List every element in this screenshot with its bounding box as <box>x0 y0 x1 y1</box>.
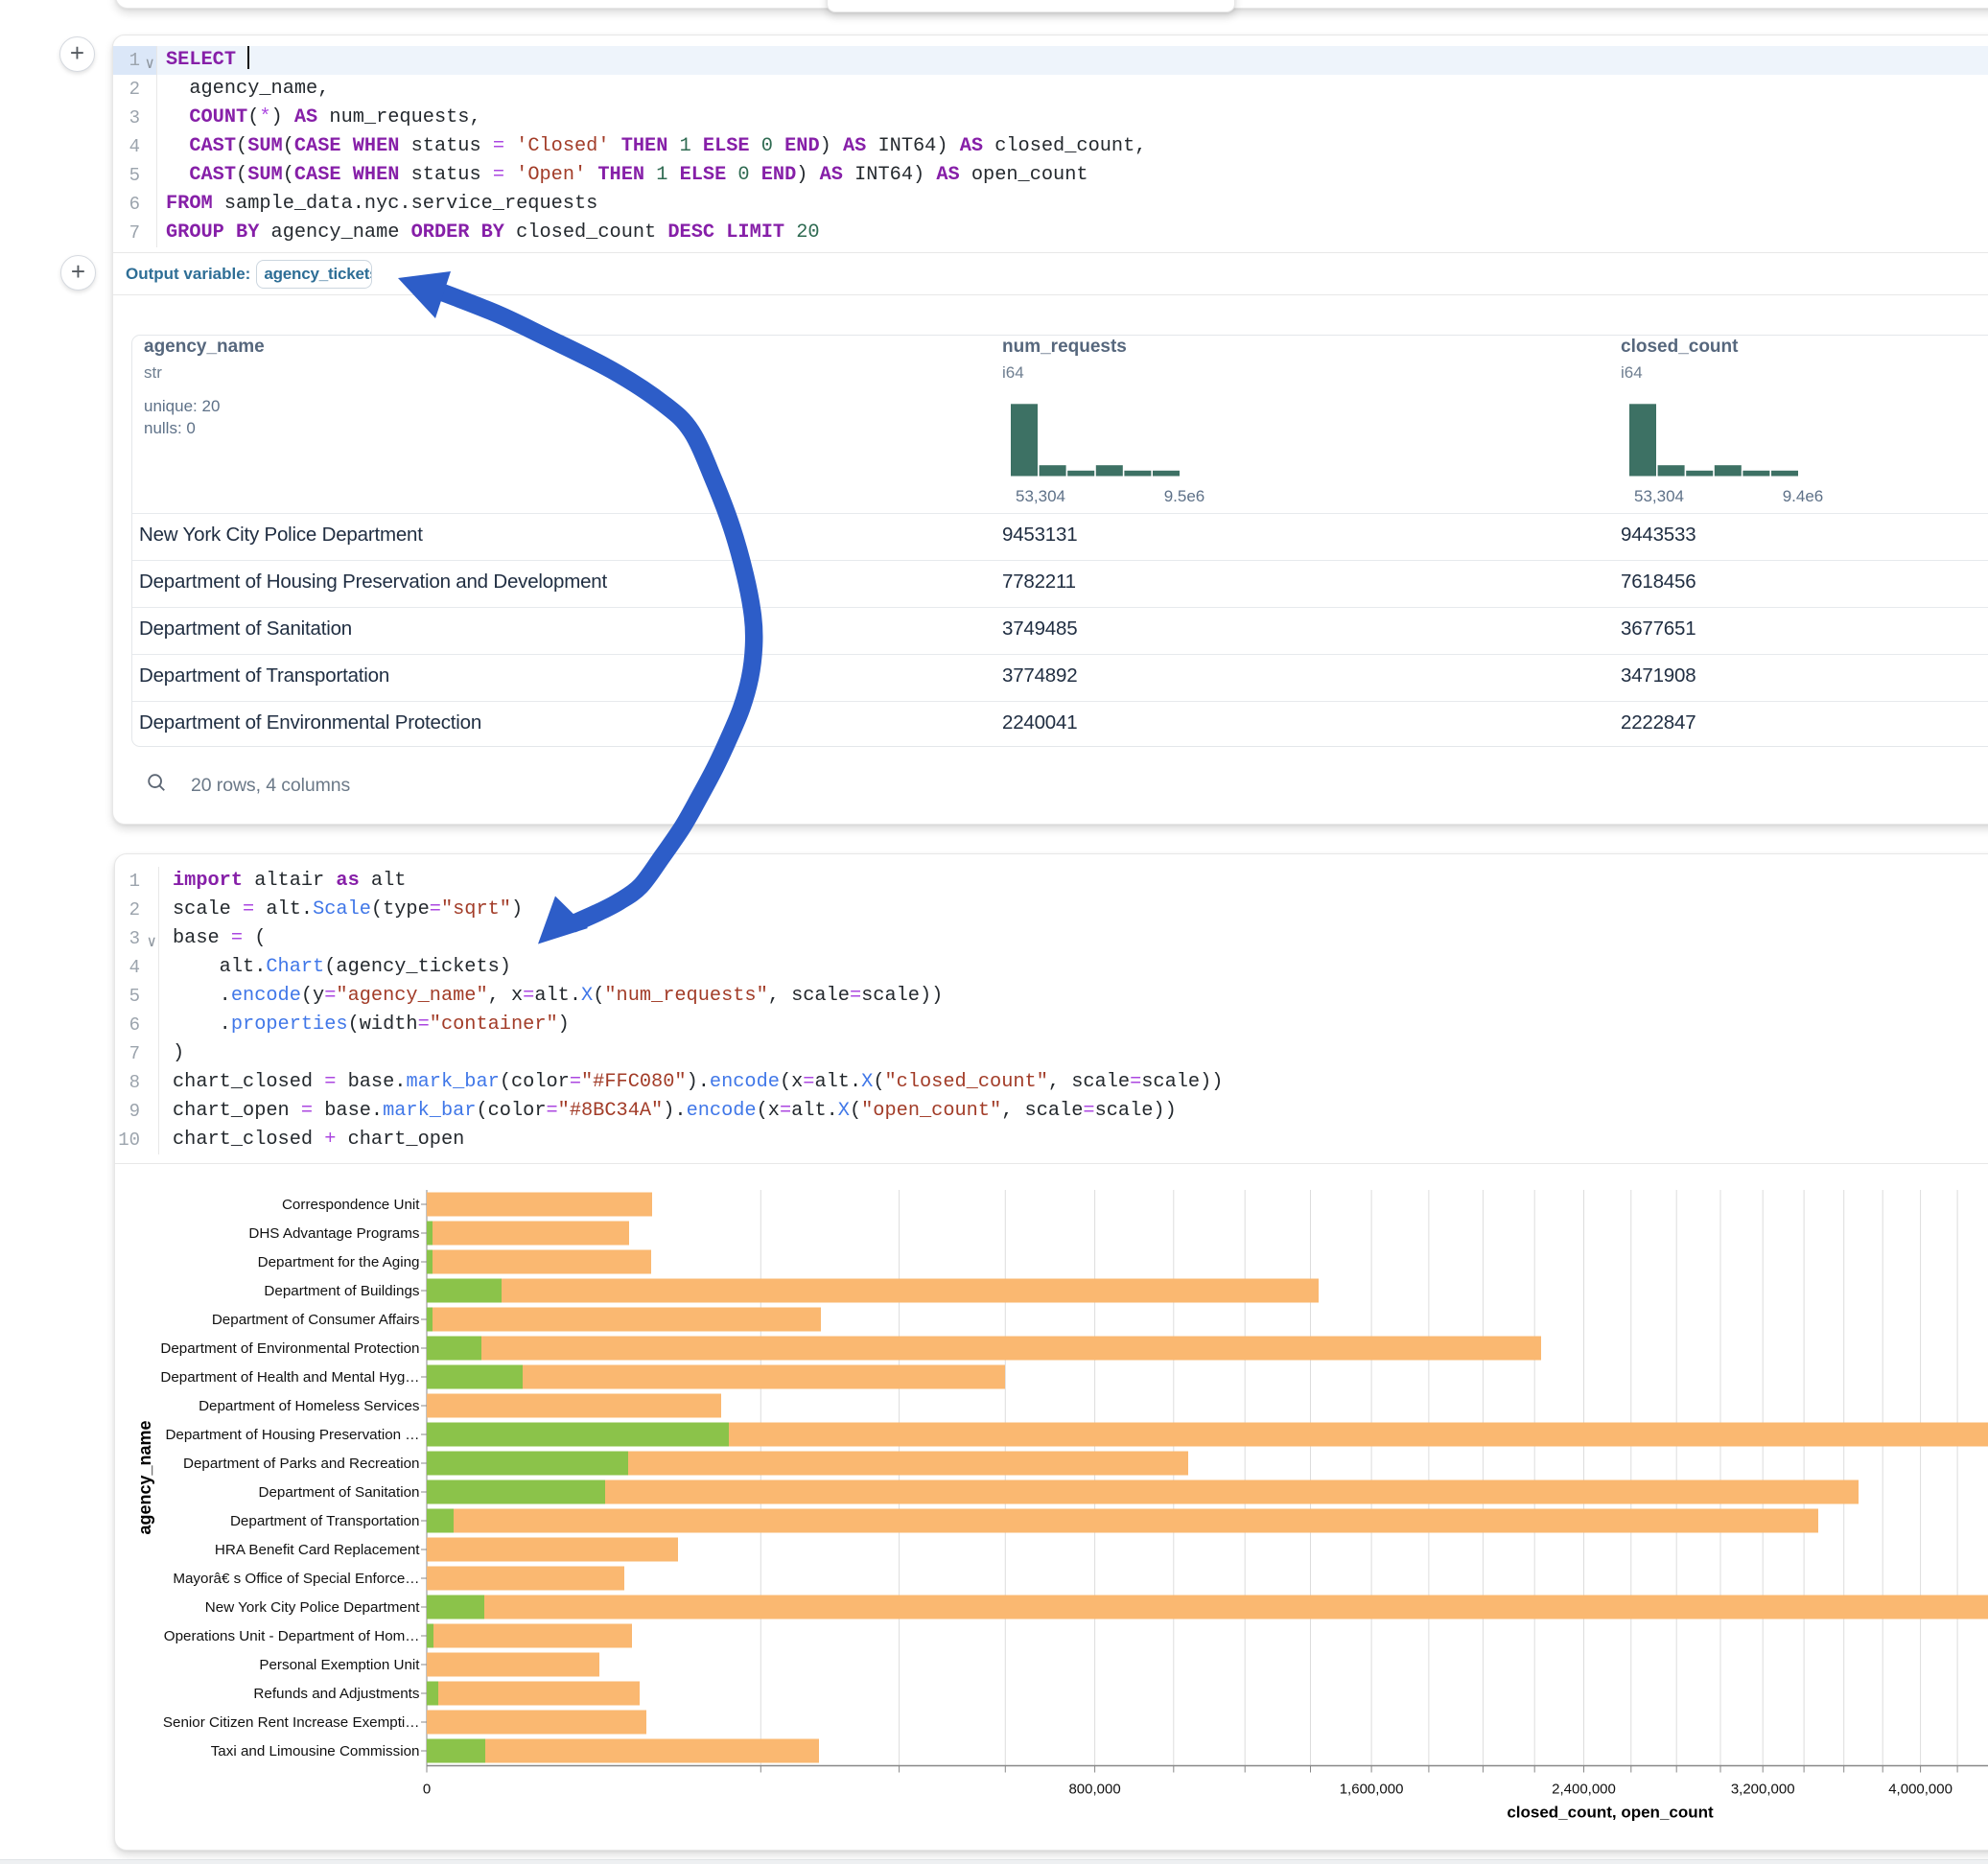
svg-text:1,600,000: 1,600,000 <box>1340 1782 1404 1798</box>
svg-text:agency_name: agency_name <box>135 1420 154 1534</box>
svg-text:Department of Housing Preserva: Department of Housing Preservation … <box>165 1427 419 1443</box>
svg-text:Senior Citizen Rent Increase E: Senior Citizen Rent Increase Exempti… <box>163 1714 420 1731</box>
svg-text:Department of Parks and Recrea: Department of Parks and Recreation <box>183 1456 420 1472</box>
svg-text:9.5e6: 9.5e6 <box>1164 487 1205 505</box>
svg-text:Operations Unit - Department o: Operations Unit - Department of Hom… <box>164 1628 420 1644</box>
svg-text:Department of Sanitation: Department of Sanitation <box>258 1484 419 1501</box>
svg-text:9.4e6: 9.4e6 <box>1783 487 1824 505</box>
svg-text:Department of Consumer Affairs: Department of Consumer Affairs <box>212 1312 420 1328</box>
svg-text:Mayorâ€ s Office of Special En: Mayorâ€ s Office of Special Enforce… <box>173 1571 419 1587</box>
svg-text:800,000: 800,000 <box>1068 1782 1120 1798</box>
svg-text:Personal Exemption Unit: Personal Exemption Unit <box>259 1657 420 1673</box>
svg-text:Department for the Aging: Department for the Aging <box>258 1254 420 1270</box>
svg-text:2,400,000: 2,400,000 <box>1552 1782 1616 1798</box>
svg-text:Department of Transportation: Department of Transportation <box>230 1513 420 1529</box>
svg-text:HRA Benefit Card Replacement: HRA Benefit Card Replacement <box>215 1542 420 1558</box>
svg-text:53,304: 53,304 <box>1634 487 1684 505</box>
svg-text:4,000,000: 4,000,000 <box>1888 1782 1953 1798</box>
svg-text:Refunds and Adjustments: Refunds and Adjustments <box>253 1686 419 1702</box>
svg-text:New York City Police Departmen: New York City Police Department <box>205 1599 420 1616</box>
svg-text:0: 0 <box>423 1782 431 1798</box>
svg-text:Department of Homeless Service: Department of Homeless Services <box>199 1398 420 1414</box>
svg-text:closed_count, open_count: closed_count, open_count <box>1507 1804 1714 1822</box>
svg-text:Taxi and Limousine Commission: Taxi and Limousine Commission <box>211 1743 420 1759</box>
svg-text:Department of Environmental Pr: Department of Environmental Protection <box>160 1340 419 1357</box>
svg-text:53,304: 53,304 <box>1016 487 1065 505</box>
svg-text:Department of Buildings: Department of Buildings <box>264 1283 419 1299</box>
svg-text:3,200,000: 3,200,000 <box>1731 1782 1795 1798</box>
svg-text:Department of Health and Menta: Department of Health and Mental Hyg… <box>160 1369 419 1386</box>
svg-text:DHS Advantage Programs: DHS Advantage Programs <box>248 1225 420 1242</box>
svg-text:Correspondence Unit: Correspondence Unit <box>282 1197 420 1213</box>
